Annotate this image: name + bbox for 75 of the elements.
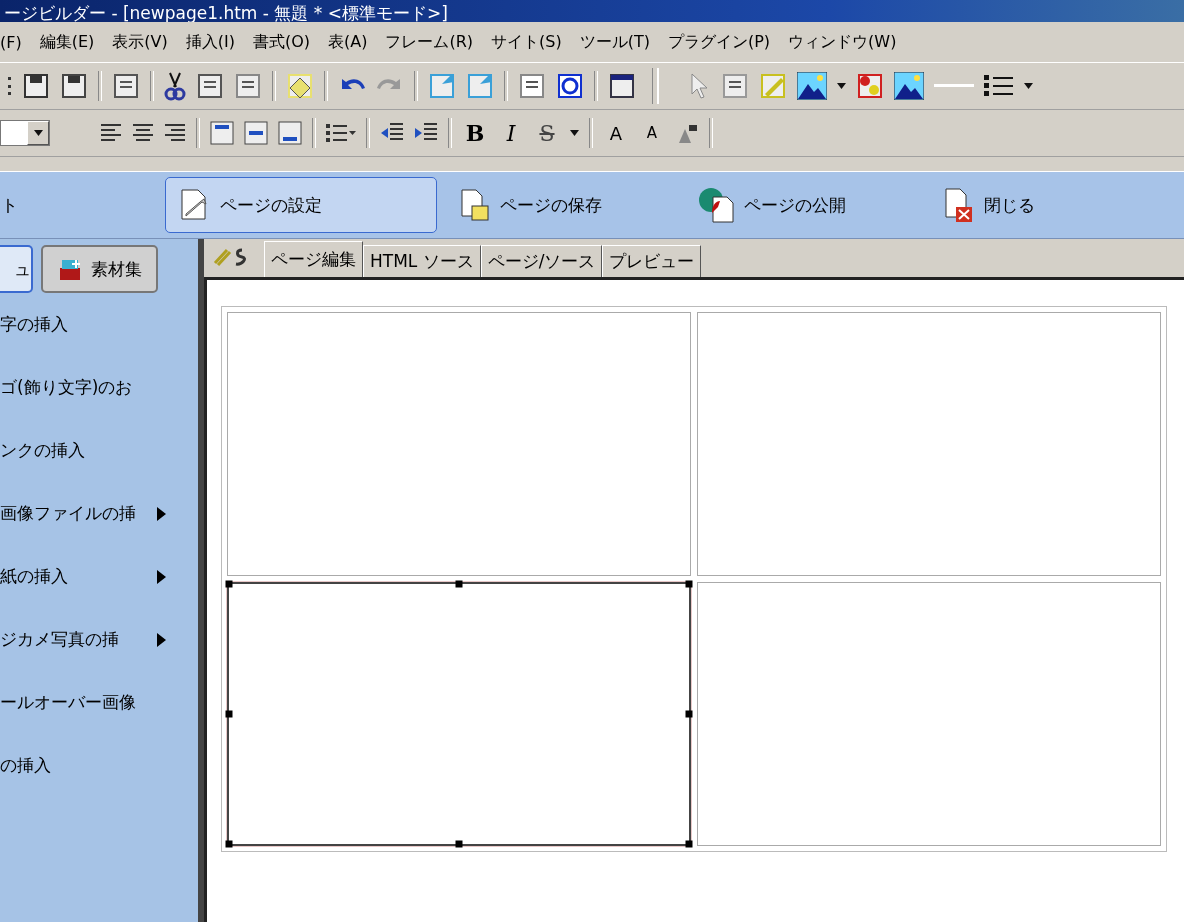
menu-item[interactable]: フレーム(R): [377, 29, 484, 55]
font-shrink-button[interactable]: A: [639, 124, 665, 142]
resize-handle[interactable]: [685, 580, 693, 588]
scissors-icon[interactable]: [164, 71, 186, 101]
save-all-icon[interactable]: [60, 72, 88, 100]
submenu-arrow-icon: [157, 569, 166, 584]
toolbar-button[interactable]: ト: [0, 177, 165, 233]
panel-tab[interactable]: ュ: [0, 245, 33, 293]
strikethrough-button[interactable]: S: [534, 120, 560, 146]
side-menu-item[interactable]: 紙の挿入: [0, 545, 198, 608]
publish-button[interactable]: ページの公開: [685, 177, 859, 233]
page-disk-icon: [458, 188, 492, 222]
menu-item[interactable]: プラグイン(P): [659, 29, 781, 55]
menu-item[interactable]: 表(A): [320, 29, 378, 55]
resize-handle[interactable]: [685, 710, 693, 718]
window-title: ージビルダー - [newpage1.htm - 無題 * <標準モード>]: [3, 4, 448, 22]
picture-icon[interactable]: [894, 72, 924, 100]
italic-button[interactable]: I: [498, 120, 524, 146]
settings-button[interactable]: ページの設定: [165, 177, 437, 233]
side-menu-item[interactable]: 字の挿入: [0, 293, 198, 356]
valign-bottom-icon[interactable]: [278, 121, 302, 145]
editor-tab[interactable]: ページ編集: [264, 241, 363, 277]
submenu-arrow-icon: [157, 632, 166, 647]
valign-middle-icon[interactable]: [244, 121, 268, 145]
menu-item[interactable]: 挿入(I): [177, 29, 245, 55]
font-grow-button[interactable]: A: [603, 122, 629, 144]
toolbar-grip[interactable]: [652, 68, 659, 104]
side-menu-item[interactable]: ゴ(飾り文字)のお: [0, 356, 198, 419]
side-menu-item[interactable]: ールオーバー画像: [0, 671, 198, 734]
table-cell[interactable]: [227, 312, 691, 576]
submenu-arrow-icon: [157, 506, 166, 521]
close-button[interactable]: 閉じる: [929, 177, 1048, 233]
picture-icon[interactable]: [797, 72, 827, 100]
side-menu-item[interactable]: 画像ファイルの挿: [0, 482, 198, 545]
editor-tab[interactable]: プレビュー: [602, 245, 702, 277]
menu-item[interactable]: 書式(O): [244, 29, 320, 55]
resize-handle[interactable]: [225, 580, 233, 588]
menu-item[interactable]: 編集(E): [31, 29, 105, 55]
resize-handle[interactable]: [455, 840, 463, 848]
editor-tab[interactable]: HTML ソース: [363, 245, 481, 277]
align-right-icon[interactable]: [164, 122, 186, 144]
resize-handle[interactable]: [685, 840, 693, 848]
colors-icon[interactable]: [856, 72, 884, 100]
globe-page-icon: [698, 187, 736, 223]
side-menu-item[interactable]: ンクの挿入: [0, 419, 198, 482]
eraser-icon[interactable]: [286, 72, 314, 100]
table-cell[interactable]: [697, 582, 1161, 846]
valign-top-icon[interactable]: [210, 121, 234, 145]
align-left-icon[interactable]: [100, 122, 122, 144]
save-icon[interactable]: [22, 72, 50, 100]
save-button[interactable]: ページの保存: [445, 177, 615, 233]
bold-button[interactable]: B: [462, 120, 488, 146]
dropdown-arrow-icon[interactable]: [570, 130, 579, 136]
resize-handle[interactable]: [455, 580, 463, 588]
bullet-list-icon[interactable]: [326, 121, 356, 145]
editor-tab[interactable]: ページ/ソース: [480, 245, 603, 277]
menu-item[interactable]: ツール(T): [571, 29, 660, 55]
side-menu-item[interactable]: ジカメ写真の挿: [0, 608, 198, 671]
dropdown-arrow-icon[interactable]: [837, 83, 846, 89]
grip-icon: [8, 77, 12, 95]
font-combo-box[interactable]: [0, 120, 50, 146]
menu-item[interactable]: (F): [0, 30, 32, 54]
align-center-icon[interactable]: [132, 122, 154, 144]
panel-tab[interactable]: 素材集: [41, 245, 158, 293]
list-icon[interactable]: [984, 73, 1014, 99]
table-cell[interactable]: [697, 312, 1161, 576]
resize-handle[interactable]: [225, 710, 233, 718]
resize-handle[interactable]: [225, 840, 233, 848]
table-cell[interactable]: [227, 582, 691, 846]
dropdown-arrow-icon[interactable]: [1024, 83, 1033, 89]
menu-item[interactable]: ウィンドウ(W): [780, 29, 907, 55]
menu-item[interactable]: サイト(S): [483, 29, 572, 55]
dropdown-arrow-icon: [33, 130, 43, 136]
menu-item[interactable]: 表示(V): [104, 29, 178, 55]
side-menu-item[interactable]: の挿入: [0, 734, 198, 797]
